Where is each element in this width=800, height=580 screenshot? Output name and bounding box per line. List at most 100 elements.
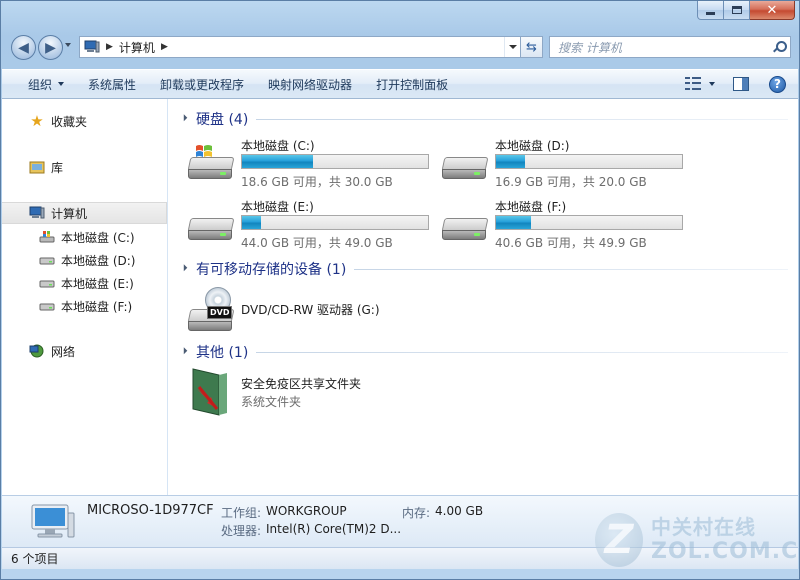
open-control-panel-button[interactable]: 打开控制面板 bbox=[364, 70, 460, 98]
dvd-drive-tile[interactable]: DVD DVD/CD-RW 驱动器 (G:) bbox=[187, 285, 427, 337]
breadcrumb-separator[interactable]: ▶ bbox=[106, 42, 113, 52]
minimize-icon bbox=[706, 11, 715, 15]
sidebar-item-label: 网络 bbox=[51, 344, 76, 359]
drive-tile-e[interactable]: 本地磁盘 (E:) 44.0 GB 可用，共 49.0 GB bbox=[187, 198, 437, 254]
sidebar-item-libraries[interactable]: 库 bbox=[2, 156, 167, 178]
organize-menu[interactable]: 组织 bbox=[2, 70, 76, 98]
sidebar-item-favorites[interactable]: ★ 收藏夹 bbox=[2, 110, 167, 132]
map-network-drive-button[interactable]: 映射网络驱动器 bbox=[256, 70, 364, 98]
collapse-icon bbox=[176, 113, 188, 125]
memory-value: 4.00 GB bbox=[435, 504, 484, 518]
drive-space-text: 40.6 GB 可用，共 49.9 GB bbox=[495, 236, 647, 250]
back-button[interactable]: ◀ bbox=[11, 35, 36, 60]
sidebar-item-label: 本地磁盘 (E:) bbox=[61, 276, 134, 291]
caption-buttons: ✕ bbox=[697, 1, 795, 22]
group-divider bbox=[256, 351, 788, 353]
sidebar-item-label: 本地磁盘 (C:) bbox=[61, 230, 135, 245]
preview-pane-icon[interactable] bbox=[733, 77, 749, 91]
sidebar-item-drive-c[interactable]: 本地磁盘 (C:) bbox=[2, 226, 167, 248]
sidebar-item-network[interactable]: 网络 bbox=[2, 340, 167, 362]
cpu-value: Intel(R) Core(TM)2 D... bbox=[266, 522, 402, 536]
uninstall-label: 卸载或更改程序 bbox=[160, 77, 245, 92]
address-bar[interactable]: ▶ 计算机 ▶ bbox=[79, 36, 521, 58]
drive-usage-bar bbox=[495, 154, 683, 169]
sidebar-item-label: 本地磁盘 (D:) bbox=[61, 253, 136, 268]
navigation-bar: ◀ ▶ ▶ 计算机 ▶ ⇆ 搜索 计算机 bbox=[9, 32, 791, 62]
group-title: 有可移动存储的设备 (1) bbox=[196, 262, 347, 278]
hard-drive-icon bbox=[39, 298, 55, 314]
map-drive-label: 映射网络驱动器 bbox=[268, 77, 353, 92]
memory-label: 内存: bbox=[402, 506, 431, 520]
shared-folder-icon bbox=[189, 367, 233, 417]
computer-icon bbox=[28, 503, 76, 543]
content-pane: 硬盘 (4) 本地磁盘 (C:) 18.6 GB 可用，共 30.0 GB 本地… bbox=[169, 99, 798, 495]
group-title: 硬盘 (4) bbox=[196, 112, 249, 128]
hard-drive-icon bbox=[187, 204, 235, 244]
sidebar-item-label: 库 bbox=[51, 160, 64, 175]
drive-tile-f[interactable]: 本地磁盘 (F:) 40.6 GB 可用，共 49.9 GB bbox=[441, 198, 691, 254]
sidebar-item-label: 计算机 bbox=[51, 206, 88, 221]
change-view-icon[interactable] bbox=[685, 77, 701, 91]
star-icon: ★ bbox=[30, 112, 44, 130]
drive-tile-c[interactable]: 本地磁盘 (C:) 18.6 GB 可用，共 30.0 GB bbox=[187, 137, 437, 193]
breadcrumb-computer[interactable]: 计算机 bbox=[119, 39, 155, 56]
group-title: 其他 (1) bbox=[196, 345, 249, 361]
help-icon[interactable]: ? bbox=[769, 75, 786, 93]
uninstall-programs-button[interactable]: 卸载或更改程序 bbox=[148, 70, 256, 98]
explorer-body: ★ 收藏夹 库 计算机 本地磁盘 (C:) 本地磁盘 (D:) 本地磁盘 (E:… bbox=[2, 99, 798, 495]
collapse-icon bbox=[176, 346, 188, 358]
search-icon[interactable] bbox=[773, 41, 787, 53]
item-count: 6 个项目 bbox=[11, 552, 59, 566]
minimize-button[interactable] bbox=[697, 1, 724, 20]
zol-watermark-logo: Z 中关村在线 ZOL.COM.CN bbox=[595, 509, 799, 571]
navigation-pane: ★ 收藏夹 库 计算机 本地磁盘 (C:) 本地磁盘 (D:) 本地磁盘 (E:… bbox=[2, 99, 168, 495]
history-buttons: ◀ ▶ bbox=[9, 33, 71, 61]
watermark-cn: 中关村在线 bbox=[651, 515, 756, 539]
drive-usage-fill bbox=[242, 216, 261, 229]
maximize-button[interactable] bbox=[724, 1, 750, 20]
forward-arrow-icon: ▶ bbox=[45, 39, 56, 56]
forward-button[interactable]: ▶ bbox=[38, 35, 63, 60]
group-header-removable[interactable]: 有可移动存储的设备 (1) bbox=[176, 259, 788, 279]
drive-usage-bar bbox=[241, 215, 429, 230]
sidebar-item-drive-e[interactable]: 本地磁盘 (E:) bbox=[2, 272, 167, 294]
drive-usage-fill bbox=[496, 216, 532, 229]
shared-folder-tile[interactable]: 安全免疫区共享文件夹 系统文件夹 bbox=[187, 367, 427, 419]
computer-icon bbox=[84, 40, 100, 53]
sidebar-item-drive-f[interactable]: 本地磁盘 (F:) bbox=[2, 295, 167, 317]
toolbar-right: ? bbox=[685, 70, 798, 98]
hard-drive-icon bbox=[39, 275, 55, 291]
drive-name: 本地磁盘 (D:) bbox=[495, 139, 570, 153]
drive-name: 本地磁盘 (F:) bbox=[495, 200, 567, 214]
view-options-dropdown[interactable] bbox=[709, 82, 715, 86]
shared-folder-type: 系统文件夹 bbox=[241, 395, 302, 409]
sidebar-item-computer[interactable]: 计算机 bbox=[2, 202, 167, 224]
group-header-other[interactable]: 其他 (1) bbox=[176, 342, 788, 362]
group-divider bbox=[354, 268, 788, 270]
workgroup-value: WORKGROUP bbox=[266, 504, 347, 518]
workgroup-label: 工作组: bbox=[221, 506, 262, 520]
maximize-icon bbox=[731, 6, 742, 14]
address-dropdown-button[interactable] bbox=[504, 37, 520, 57]
drive-space-text: 18.6 GB 可用，共 30.0 GB bbox=[241, 175, 393, 189]
system-properties-button[interactable]: 系统属性 bbox=[76, 70, 148, 98]
chevron-down-icon bbox=[508, 45, 517, 49]
group-header-hard-disks[interactable]: 硬盘 (4) bbox=[176, 109, 788, 129]
refresh-icon: ⇆ bbox=[526, 39, 537, 55]
breadcrumb-separator[interactable]: ▶ bbox=[161, 42, 168, 52]
group-divider bbox=[256, 118, 788, 120]
search-input[interactable]: 搜索 计算机 bbox=[549, 36, 791, 58]
sidebar-item-drive-d[interactable]: 本地磁盘 (D:) bbox=[2, 249, 167, 271]
close-button[interactable]: ✕ bbox=[750, 1, 795, 20]
drive-tile-d[interactable]: 本地磁盘 (D:) 16.9 GB 可用，共 20.0 GB bbox=[441, 137, 691, 193]
refresh-button[interactable]: ⇆ bbox=[521, 36, 543, 58]
collapse-icon bbox=[176, 263, 188, 275]
drive-name: 本地磁盘 (C:) bbox=[241, 139, 315, 153]
drive-space-text: 16.9 GB 可用，共 20.0 GB bbox=[495, 175, 647, 189]
drive-usage-bar bbox=[241, 154, 429, 169]
dvd-drive-name: DVD/CD-RW 驱动器 (G:) bbox=[241, 303, 380, 317]
library-icon bbox=[29, 159, 45, 175]
drive-usage-fill bbox=[242, 155, 313, 168]
recent-pages-dropdown[interactable] bbox=[65, 43, 71, 47]
organize-label: 组织 bbox=[28, 77, 53, 92]
